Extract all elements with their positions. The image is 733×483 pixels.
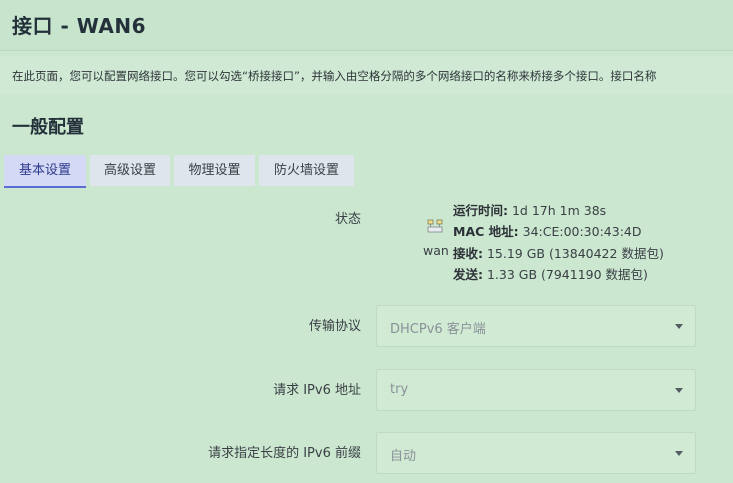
status-label: 状态 [334,212,361,227]
mac-key: MAC 地址: [453,224,519,239]
section-title: 一般配置 [12,117,84,138]
rx-key: 接收: [453,246,483,261]
protocol-value: DHCPv6 客户端 [390,322,486,337]
uptime-value: 1d 17h 1m 38s [508,203,607,218]
chevron-down-icon [675,324,683,329]
status-block: wan 运行时间: 1d 17h 1m 38s MAC 地址: 34:CE:00… [420,198,720,288]
ipv6-address-label: 请求 IPv6 地址 [273,383,361,398]
tab-basic-settings[interactable]: 基本设置 [4,155,86,188]
tab-advanced-settings[interactable]: 高级设置 [90,155,170,186]
mac-value: 34:CE:00:30:43:4D [518,224,642,239]
mac-line: MAC 地址: 34:CE:00:30:43:4D [453,221,642,240]
ipv6-address-value: try [390,382,409,397]
network-port-icon [427,219,443,233]
title-bar: 接口 - WAN6 [0,0,733,51]
page-title: 接口 - WAN6 [12,14,147,38]
interface-name: wan [423,243,449,258]
ipv6-address-select[interactable]: try [376,369,696,411]
tx-line: 发送: 1.33 GB (7941190 数据包) [453,264,648,283]
protocol-select[interactable]: DHCPv6 客户端 [376,305,696,347]
rx-line: 接收: 15.19 GB (13840422 数据包) [453,243,664,262]
page-description: 在此页面，您可以配置网络接口。您可以勾选“桥接接口”，并输入由空格分隔的多个网络… [12,69,657,83]
tx-key: 发送: [453,267,483,282]
ipv6-prefix-value: 自动 [390,449,417,464]
ipv6-prefix-select[interactable]: 自动 [376,432,696,474]
uptime-line: 运行时间: 1d 17h 1m 38s [453,200,606,219]
tab-physical-settings[interactable]: 物理设置 [174,155,255,186]
chevron-down-icon [675,388,683,393]
ipv6-prefix-label: 请求指定长度的 IPv6 前缀 [208,446,361,461]
description-bar: 在此页面，您可以配置网络接口。您可以勾选“桥接接口”，并输入由空格分隔的多个网络… [0,56,733,94]
rx-value: 15.19 GB (13840422 数据包) [483,246,664,261]
chevron-down-icon [675,451,683,456]
tx-value: 1.33 GB (7941190 数据包) [483,267,648,282]
uptime-key: 运行时间: [453,203,508,218]
protocol-label: 传输协议 [308,319,361,334]
tab-firewall-settings[interactable]: 防火墙设置 [259,155,354,186]
